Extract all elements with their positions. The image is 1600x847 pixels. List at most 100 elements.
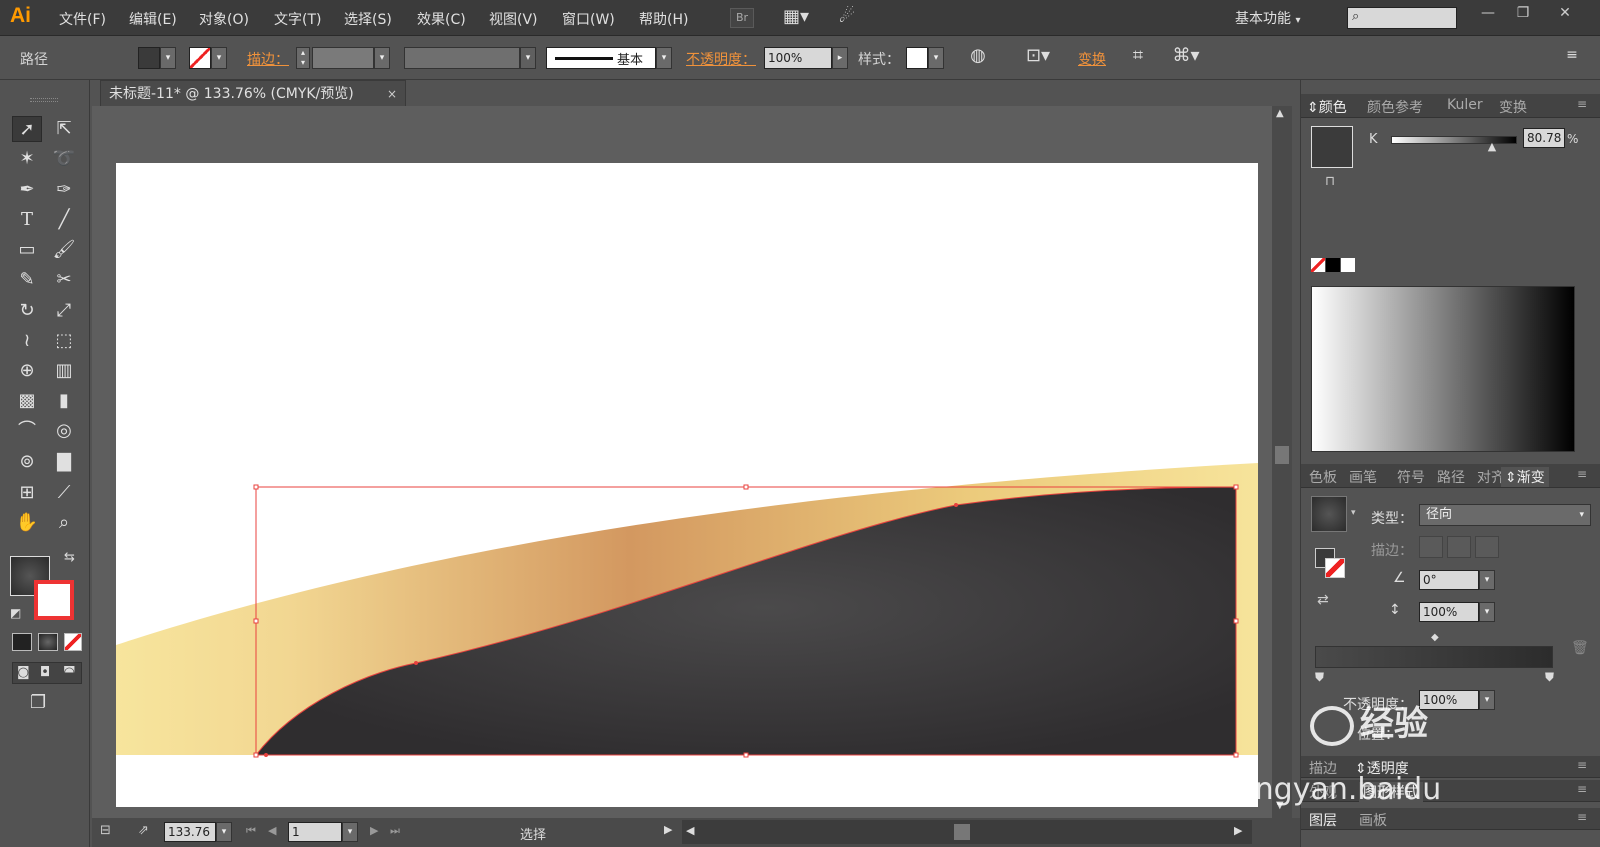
artboard-dropdown[interactable]: ▾ (342, 822, 358, 842)
rotate-tool-icon[interactable]: ↻ (12, 298, 42, 324)
transparency-menu-icon[interactable]: ≡ (1577, 758, 1587, 772)
eyedropper-tool-icon[interactable]: ⌒ (12, 418, 42, 444)
close-document-icon[interactable]: × (387, 81, 397, 107)
panel-menu-icon[interactable]: ≡ (1560, 47, 1584, 63)
screen-mode-icon[interactable]: ❐ (30, 692, 46, 713)
black-color-swatch[interactable] (1326, 258, 1340, 272)
transform-link[interactable]: 变换 (1078, 49, 1106, 69)
stroke-across-icon[interactable] (1475, 536, 1499, 558)
slice-tool-icon[interactable]: ⟋ (49, 480, 79, 506)
delete-stop-icon[interactable]: 🗑 (1571, 640, 1589, 656)
fill-swatch[interactable] (138, 47, 160, 69)
zoom-dropdown[interactable]: ▾ (216, 822, 232, 842)
gradient-preview-dropdown[interactable]: ▾ (1351, 508, 1356, 518)
lasso-tool-icon[interactable]: ➰ (49, 146, 79, 172)
tab-swatches[interactable]: 色板 (1309, 467, 1337, 487)
draw-normal-icon[interactable]: ◙ (17, 665, 30, 680)
draw-behind-icon[interactable]: ◘ (40, 665, 50, 680)
k-slider-track[interactable] (1391, 136, 1517, 144)
menu-file[interactable]: 文件(F) (59, 9, 106, 29)
color-spectrum-ramp[interactable] (1311, 286, 1575, 452)
layers-menu-icon[interactable]: ≡ (1577, 810, 1587, 824)
aspect-dropdown[interactable]: ▾ (1479, 602, 1495, 622)
out-of-gamut-icon[interactable]: ⊓ (1325, 174, 1335, 189)
tab-color[interactable]: ⇕颜色 (1307, 97, 1347, 117)
stop-opacity-input[interactable]: 100% (1419, 690, 1479, 710)
none-mode-icon[interactable] (64, 633, 82, 651)
scroll-up-icon[interactable]: ▲ (1276, 108, 1284, 119)
close-button[interactable]: ✕ (1550, 2, 1580, 24)
scroll-left-icon[interactable]: ◀ (686, 824, 694, 837)
document-tab[interactable]: 未标题-11* @ 133.76% (CMYK/预览) × (100, 80, 406, 106)
prev-artboard-icon[interactable]: ◀ (268, 824, 276, 837)
scroll-right-icon[interactable]: ▶ (1234, 824, 1242, 837)
magic-wand-tool-icon[interactable]: ✶ (12, 146, 42, 172)
gradient-slider[interactable] (1315, 646, 1553, 668)
stop-opacity-dropdown[interactable]: ▾ (1479, 690, 1495, 710)
default-colors-icon[interactable]: ◩ (10, 606, 21, 620)
gradient-midpoint-icon[interactable]: ◆ (1431, 632, 1439, 643)
align-options-icon[interactable]: ⊡▾ (1020, 45, 1056, 66)
gradient-angle-input[interactable]: 0° (1419, 570, 1479, 590)
selection-tool-icon[interactable]: ➚ (12, 116, 42, 142)
opacity-label[interactable]: 不透明度： (686, 49, 756, 69)
opacity-arrow[interactable]: ▸ (832, 47, 848, 69)
workspace-switcher[interactable]: 基本功能 ▾ (1235, 8, 1300, 28)
status-icon[interactable]: ⊟ (100, 823, 111, 838)
toolbox-grip[interactable] (30, 98, 58, 102)
stroke-color-box[interactable] (34, 580, 74, 620)
none-color-swatch[interactable] (1311, 258, 1325, 272)
gradient-mode-icon[interactable] (38, 633, 58, 651)
tab-kuler[interactable]: Kuler (1447, 97, 1483, 113)
share-icon[interactable]: ⇗ (138, 823, 149, 838)
menu-help[interactable]: 帮助(H) (639, 9, 688, 29)
canvas[interactable] (92, 106, 1272, 818)
bridge-button[interactable]: Br (730, 8, 754, 28)
reverse-gradient-icon[interactable]: ⇄ (1317, 592, 1329, 608)
menu-view[interactable]: 视图(V) (489, 9, 538, 29)
first-artboard-icon[interactable]: ⏮ (246, 824, 256, 838)
symbol-sprayer-tool-icon[interactable]: ⊚ (12, 449, 42, 475)
variable-width-profile[interactable] (404, 47, 520, 69)
tab-transform[interactable]: 变换 (1499, 97, 1527, 117)
envelope-icon[interactable]: ⌘▾ (1166, 45, 1206, 66)
k-slider-thumb[interactable]: ▲ (1488, 140, 1496, 153)
mesh-tool-icon[interactable]: ▩ (12, 388, 42, 414)
zoom-input[interactable]: 133.76 (164, 822, 216, 842)
profile-dropdown[interactable]: ▾ (520, 47, 536, 69)
gradient-stroke-box[interactable] (1325, 558, 1345, 578)
gradient-panel-menu-icon[interactable]: ≡ (1577, 467, 1587, 481)
stroke-weight-stepper[interactable]: ▴ ▾ (296, 47, 310, 69)
k-value-input[interactable]: 80.78 (1523, 128, 1565, 148)
horizontal-scrollbar[interactable]: ◀ ▶ (682, 820, 1252, 844)
tab-artboards[interactable]: 画板 (1359, 810, 1387, 830)
zoom-tool-icon[interactable]: ⌕ (49, 510, 79, 536)
style-dropdown[interactable]: ▾ (928, 47, 944, 69)
menu-type[interactable]: 文字(T) (274, 9, 321, 29)
fill-dropdown[interactable]: ▾ (160, 47, 176, 69)
color-mode-icon[interactable] (12, 633, 32, 651)
opacity-input[interactable]: 100% (764, 47, 832, 69)
stroke-dropdown[interactable]: ▾ (211, 47, 227, 69)
isolate-group-icon[interactable]: ⌗ (1126, 45, 1150, 66)
scissors-tool-icon[interactable]: ✂ (49, 267, 79, 293)
tab-pathfinder[interactable]: 路径 (1437, 467, 1465, 487)
gradient-stop-right[interactable]: ⛊ (1545, 670, 1554, 685)
stroke-weight-input[interactable] (312, 47, 374, 69)
tab-symbols[interactable]: 符号 (1397, 467, 1425, 487)
tab-brushes[interactable]: 画笔 (1349, 467, 1377, 487)
gradient-aspect-input[interactable]: 100% (1419, 602, 1479, 622)
recolor-artwork-icon[interactable]: ◍ (966, 45, 990, 66)
pen-tool-icon[interactable]: ✒ (12, 177, 42, 203)
stroke-within-icon[interactable] (1419, 536, 1443, 558)
stroke-along-icon[interactable] (1447, 536, 1471, 558)
gradient-type-select[interactable]: 径向 ▾ (1419, 504, 1591, 526)
appearance-menu-icon[interactable]: ≡ (1577, 782, 1587, 796)
free-transform-tool-icon[interactable]: ⬚ (49, 328, 79, 354)
horizontal-scroll-thumb[interactable] (954, 824, 970, 840)
artboard[interactable] (116, 163, 1258, 807)
swap-colors-icon[interactable]: ⇆ (64, 550, 75, 565)
tab-layers[interactable]: 图层 (1309, 810, 1337, 830)
perspective-grid-tool-icon[interactable]: ▥ (49, 358, 79, 384)
line-tool-icon[interactable]: ╱ (49, 207, 79, 233)
